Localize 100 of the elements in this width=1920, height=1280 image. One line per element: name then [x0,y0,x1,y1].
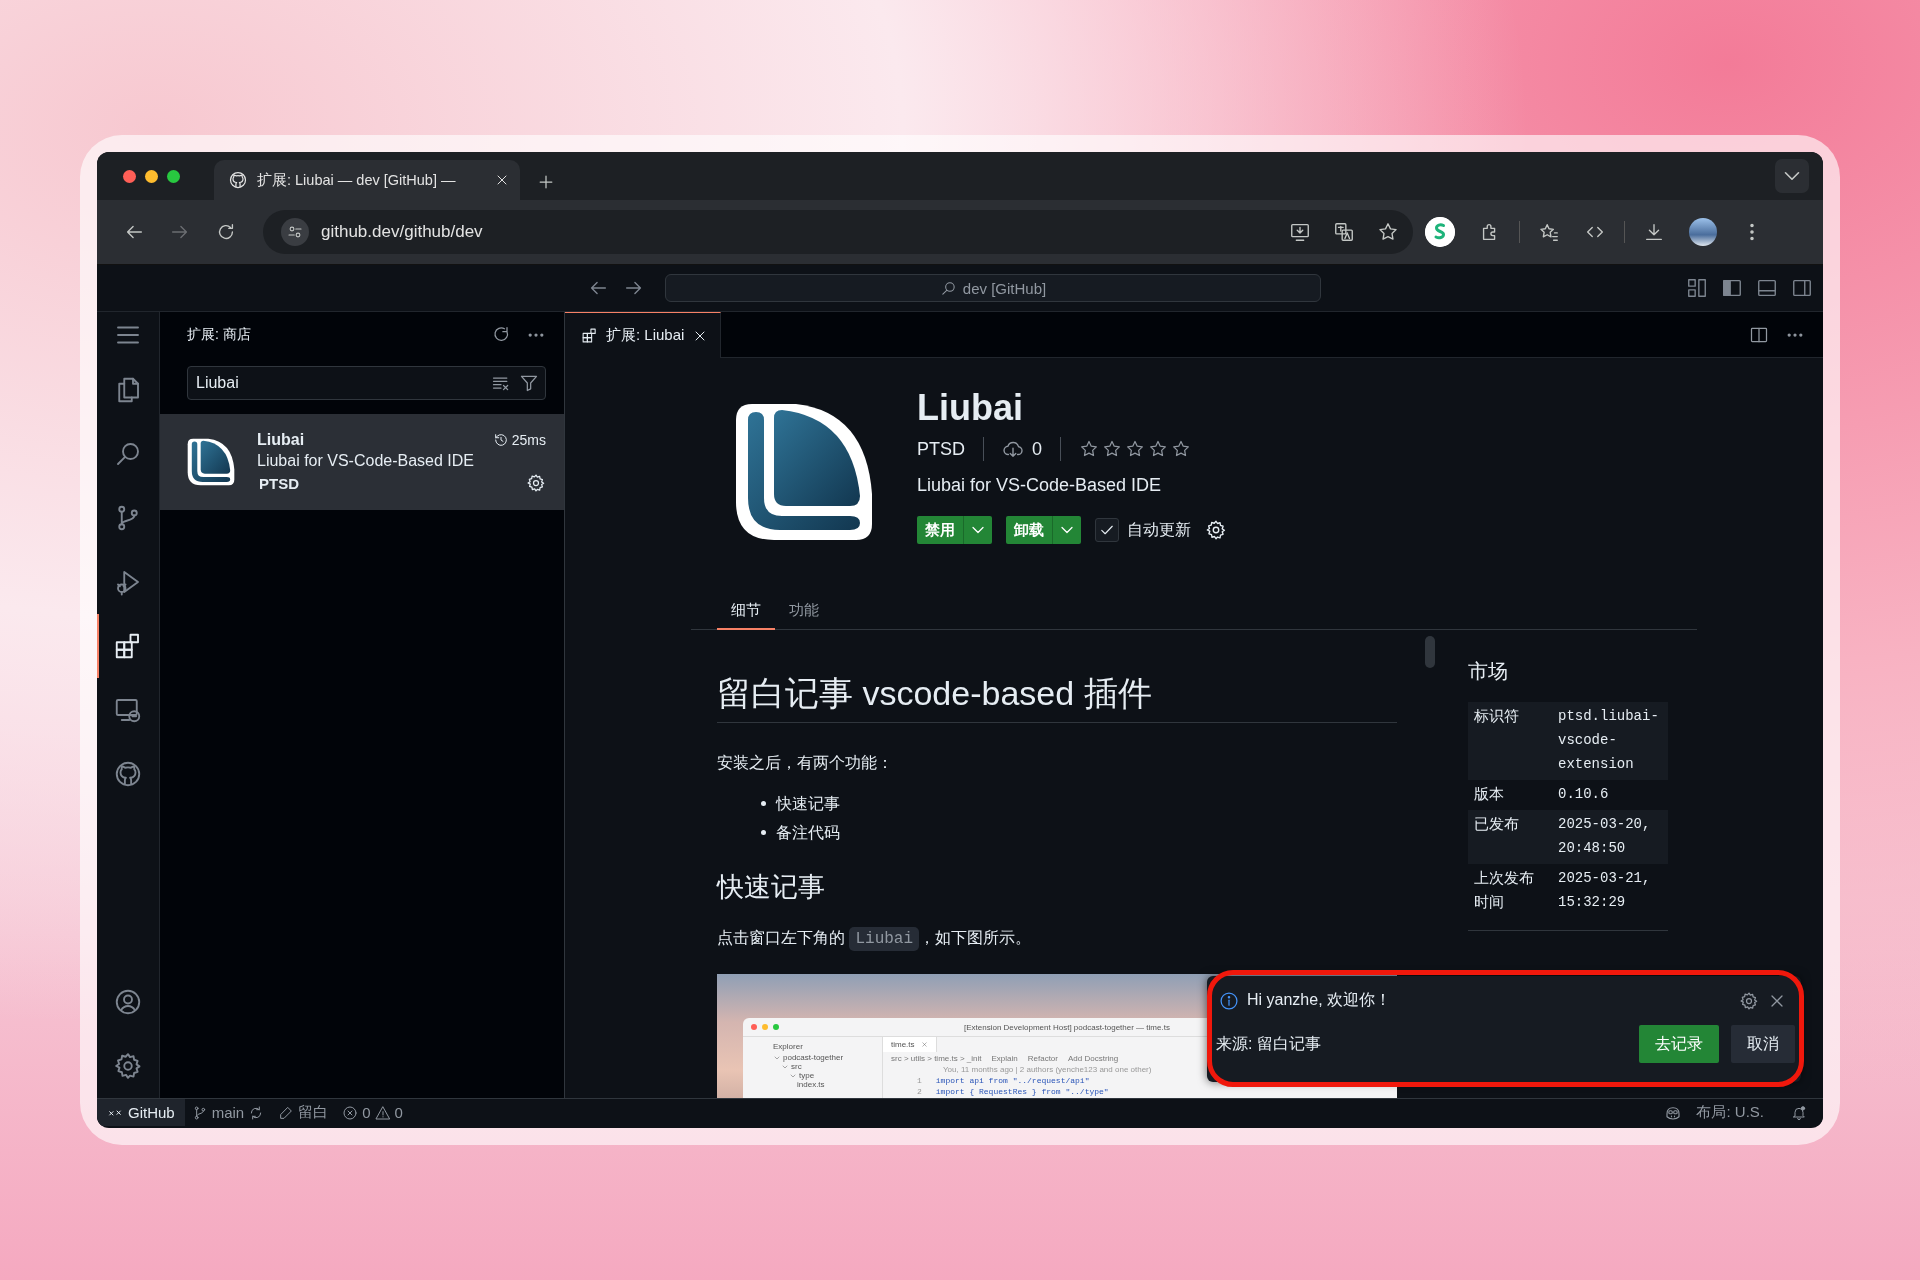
bookmark-star-icon[interactable] [1377,221,1399,243]
extension-description: Liubai for VS-Code-Based IDE [917,474,1163,497]
readme-heading: 留白记事 vscode-based 插件 [717,670,1397,723]
extensions-icon [581,327,598,344]
line-number: 2 [917,1087,922,1096]
inline-code: Liubai [849,927,920,951]
info-label: 上次发布时间 [1468,864,1552,931]
browser-tab[interactable]: 扩展: Liubai — dev [GitHub] — [214,160,520,200]
info-icon [1219,990,1239,1011]
readme-text: 点击窗口左下角的 [717,929,846,946]
notification-message: Hi yanzhe, 欢迎你！ [1247,990,1393,1010]
star-icon [1125,439,1146,459]
warning-icon [374,1104,391,1121]
code-action-link[interactable]: Explain [991,1054,1018,1063]
keyboard-layout[interactable]: 布局: U.S. [1696,1103,1764,1122]
star-icon [1148,439,1169,459]
info-value: 2025-03-20, 20:48:50 [1552,810,1668,864]
dropdown-button[interactable] [963,516,992,544]
detail-tab[interactable]: 细节 [717,592,775,630]
star-icon [1102,439,1123,459]
checkbox-label: 自动更新 [1127,519,1191,540]
history-icon [492,432,509,448]
list-item: 快速记事 [776,794,840,814]
close-icon [920,1041,928,1048]
extension-logo-icon[interactable] [1425,217,1455,247]
action-button[interactable]: 禁用 [917,516,963,544]
editor-tab[interactable]: 扩展: Liubai [565,312,722,358]
install-app-icon[interactable] [1289,221,1311,243]
readme-subheading: 快速记事 [717,871,826,904]
tree-item: src [791,1062,802,1071]
info-label: 标识符 [1468,702,1552,780]
extension-list-item[interactable]: Liubai 25ms Liubai for VS-Code-Based IDE PTSD [160,414,564,510]
info-label: 已发布 [1468,810,1552,864]
line-number: 1 [917,1076,922,1085]
window-title: [Extension Development Host] podcast-together — time.ts [964,1022,1170,1032]
install-count: 0 [1032,438,1043,460]
checkbox[interactable] [1095,518,1119,542]
dropdown-button[interactable] [1052,516,1081,544]
tree-item: podcast-together [783,1053,844,1062]
info-value: 2025-03-21, 15:32:29 [1552,864,1668,931]
profile-avatar[interactable] [1689,218,1717,246]
address-bar[interactable]: github.dev/github/dev [263,210,1413,254]
code-action-link[interactable]: Refactor [1027,1054,1058,1063]
readme-text: 安装之后，有两个功能： [717,753,894,773]
scrollbar-thumb[interactable] [1425,636,1435,668]
layout-icon[interactable] [1686,277,1708,299]
notification-button[interactable]: 去记录 [1639,1025,1719,1063]
sidebar-title: 扩展: 商店 [187,326,252,344]
remote-indicator[interactable]: GitHub [97,1099,185,1126]
toggle-panel-icon[interactable] [1756,277,1778,299]
breadcrumb: src > utils > time.ts > _init [891,1054,982,1063]
settings-icon[interactable] [1739,990,1759,1011]
load-time: 25ms [511,432,546,448]
error-count: 0 [362,1104,371,1121]
info-value: 0.10.6 [1552,780,1668,810]
publisher-name: PTSD [259,474,299,492]
github-logo-icon [228,170,248,190]
command-center[interactable]: dev [GitHub] [665,274,1321,302]
extension-logo-icon [734,402,874,542]
toggle-secondary-sidebar-icon[interactable] [1791,277,1813,299]
action-button[interactable]: 卸载 [1006,516,1052,544]
extension-name: Liubai [257,431,305,449]
info-value: ptsd.liubai-vscode-extension [1552,702,1668,780]
window-maximize-button[interactable] [167,169,180,183]
blame-annotation: You, 11 months ago | 2 authors (yenche123 and one other) [942,1065,1153,1074]
star-icon [1079,439,1100,459]
status-item[interactable]: 留白 [298,1103,329,1122]
star-icon [1171,439,1192,459]
extension-title: Liubai [917,388,1024,428]
info-label: 版本 [1468,780,1552,810]
tree-item: index.ts [797,1080,825,1089]
notification-button[interactable]: 取消 [1731,1025,1795,1063]
branch-name[interactable]: main [211,1104,245,1121]
error-icon [342,1104,359,1121]
notification-source: 来源: 留白记事 [1216,1033,1322,1054]
bell-icon[interactable] [1791,1104,1807,1121]
detail-tab[interactable]: 功能 [775,592,833,630]
extension-logo-icon [187,438,235,486]
explorer-title: Explorer [773,1042,804,1051]
chevron-down-icon[interactable] [1775,159,1809,193]
code-line: import { RequestRes } from "../type" [935,1087,1109,1096]
site-settings-icon[interactable] [281,218,309,246]
download-icon[interactable] [1643,221,1665,243]
search-icon [939,279,957,297]
code-action-link[interactable]: Add Docstring [1067,1054,1119,1063]
readme-text: ，如下图所示。 [919,929,1032,946]
toggle-sidebar-icon[interactable] [1721,277,1743,299]
star-list-icon[interactable] [1538,221,1560,243]
warning-count: 0 [394,1104,403,1121]
github-logo-icon[interactable] [113,759,143,789]
account-icon[interactable] [113,987,143,1017]
window-close-button[interactable] [123,169,136,183]
pencil-icon [278,1104,295,1121]
filter-icon[interactable] [519,373,539,393]
bullet-icon [761,801,766,806]
translate-icon[interactable] [1333,221,1355,243]
code-line: import api from "../request/api" [935,1076,1090,1085]
window-minimize-button[interactable] [145,169,158,183]
search-field[interactable]: Liubai [187,366,546,400]
extension-description: Liubai for VS-Code-Based IDE [257,452,475,470]
